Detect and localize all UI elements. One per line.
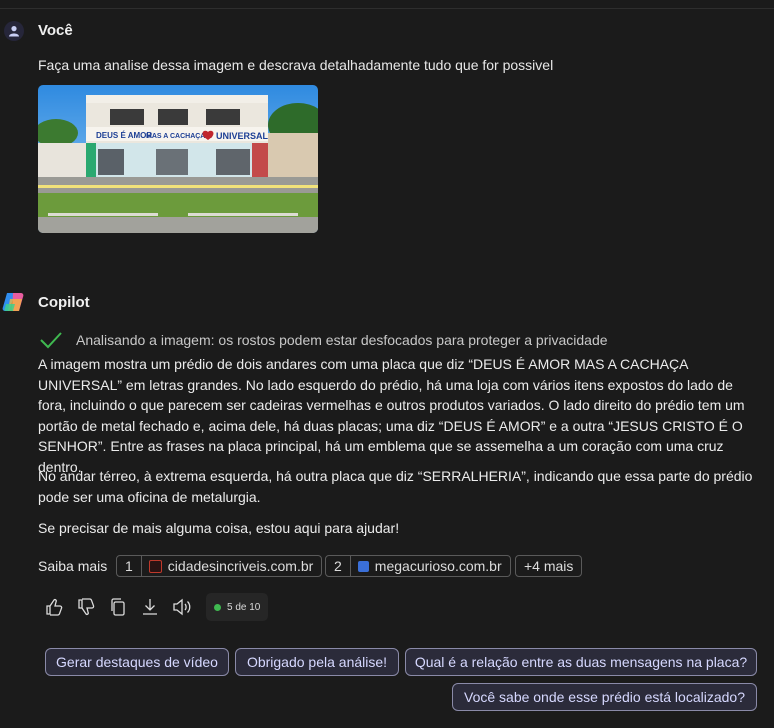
more-sources-button[interactable]: +4 mais xyxy=(515,555,583,577)
user-avatar xyxy=(4,21,24,41)
source-domain: cidadesincriveis.com.br xyxy=(167,558,314,574)
response-paragraph-2: No andar térreo, à extrema esquerda, há … xyxy=(38,468,753,505)
source-link-1[interactable]: 1 cidadesincriveis.com.br xyxy=(116,555,323,577)
checkmark-icon xyxy=(40,332,62,349)
response-paragraph-1: A imagem mostra um prédio de dois andare… xyxy=(38,356,745,475)
learn-more-label: Saiba mais xyxy=(38,558,108,574)
suggestion-video-highlights[interactable]: Gerar destaques de vídeo xyxy=(45,648,229,676)
attached-photo[interactable]: DEUS É AMOR MAS A CACHAÇA É UNIVERSAL xyxy=(38,85,318,233)
response-actions: 5 de 10 xyxy=(44,593,269,621)
site-favicon-icon xyxy=(148,559,162,573)
status-dot-icon xyxy=(214,603,221,611)
sign-deus-e-amor: DEUS É AMOR xyxy=(96,131,152,140)
suggestion-location-question[interactable]: Você sabe onde esse prédio está localiza… xyxy=(452,683,757,711)
top-divider xyxy=(0,8,774,9)
image-analysis-status: Analisando a imagem: os rostos podem est… xyxy=(38,331,608,349)
download-icon[interactable] xyxy=(140,597,160,617)
thumbs-down-icon[interactable] xyxy=(76,597,96,617)
suggestion-relation-question[interactable]: Qual é a relação entre as duas mensagens… xyxy=(405,648,757,676)
site-favicon-icon xyxy=(357,560,369,572)
counter-text: 5 de 10 xyxy=(227,601,261,613)
response-counter: 5 de 10 xyxy=(206,593,269,621)
copilot-logo xyxy=(2,290,26,314)
suggestion-thanks[interactable]: Obrigado pela análise! xyxy=(235,648,399,676)
copilot-name: Copilot xyxy=(38,294,90,311)
user-message: Faça uma analise dessa imagem e descrava… xyxy=(38,57,554,73)
status-text: Analisando a imagem: os rostos podem est… xyxy=(76,332,608,348)
source-number: 1 xyxy=(117,556,142,576)
user-name: Você xyxy=(38,22,73,39)
sign-universal: UNIVERSAL xyxy=(216,131,269,141)
source-number: 2 xyxy=(326,556,351,576)
person-icon xyxy=(9,26,19,37)
response-paragraph-3: Se precisar de mais alguma coisa, estou … xyxy=(38,520,400,536)
speaker-icon[interactable] xyxy=(172,597,192,617)
sign-mas-a-cachaca: MAS A CACHAÇA É xyxy=(146,131,212,140)
thumbs-up-icon[interactable] xyxy=(44,597,64,617)
building-photo: DEUS É AMOR MAS A CACHAÇA É UNIVERSAL xyxy=(38,85,318,233)
copy-icon[interactable] xyxy=(108,597,128,617)
source-link-2[interactable]: 2 megacurioso.com.br xyxy=(325,555,511,577)
source-domain: megacurioso.com.br xyxy=(374,558,502,574)
